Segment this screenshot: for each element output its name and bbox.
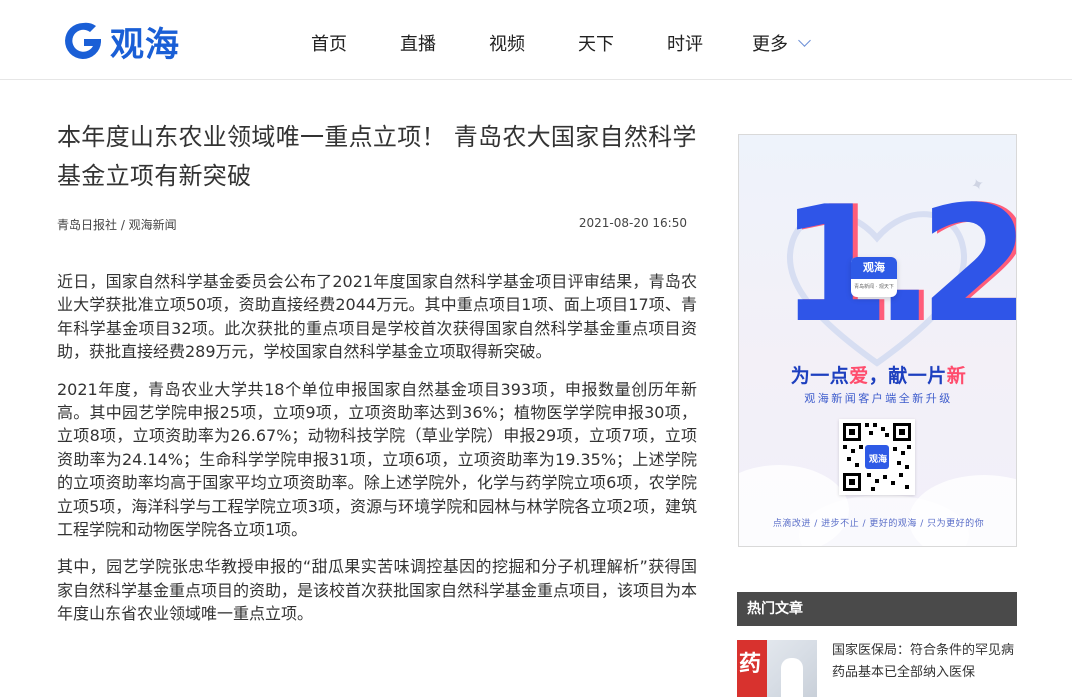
article-paragraph: 近日，国家自然科学基金委员会公布了2021年度国家自然科学基金项目评审结果，青岛… [57,272,697,362]
ad-subline: 观海新闻客户端全新升级 [804,392,953,405]
article-paragraph: 2021年度，青岛农业大学共18个单位申报国家自然基金项目393项，申报数量创历… [57,379,697,540]
nav-world[interactable]: 天下 [578,33,614,57]
main-nav: 首页 直播 视频 天下 时评 更多 [0,0,1072,80]
hot-article-thumbnail: 药 [737,640,817,697]
article-source: 青岛日报社 / 观海新闻 [57,218,177,232]
app-badge-sub: 青岛新闻 · 观天下 [854,284,894,290]
slogan-part: ，献一片 [868,365,947,387]
article-time: 2021-08-20 16:50 [578,216,687,230]
qr-code: 观海 [839,419,915,495]
sidebar-ad-banner[interactable]: ✦ 1.2 观海 青岛新闻 · 观天下 为一点爱，献一片新 观海新闻客户端全新升… [738,134,1017,547]
hot-article-title: 国家医保局：符合条件的罕见病药品基本已全部纳入医保 [832,643,1015,680]
article: 本年度山东农业领域唯一重点立项！ 青岛农大国家自然科学基金立项有新突破 青岛日报… [57,118,697,623]
hot-article-item[interactable]: 药 国家医保局：符合条件的罕见病药品基本已全部纳入医保 [737,640,1017,697]
hot-articles-header: 热门文章 [737,592,1017,626]
nav-commentary[interactable]: 时评 [667,33,703,57]
qr-center-label: 观海 [868,455,887,465]
ad-slogan: 为一点爱，献一片新 [739,361,1016,388]
nav-more[interactable]: 更多 [752,33,811,57]
article-body: 近日，国家自然科学基金委员会公布了2021年度国家自然科学基金项目评审结果，青岛… [57,270,697,640]
site-header: 观海 首页 直播 视频 天下 时评 更多 [0,0,1072,80]
app-badge-label: 观海 [851,257,897,279]
nav-live[interactable]: 直播 [400,33,436,57]
chevron-down-icon [798,34,811,47]
ad-footline: 点滴改进 / 进步不止 / 更好的观海 / 只为更好的你 [772,519,985,529]
slogan-highlight: 新 [946,365,967,387]
nav-more-label: 更多 [752,34,788,55]
nav-video[interactable]: 视频 [489,33,525,57]
thumbnail-figure [781,658,803,697]
slogan-part: 为一点 [790,365,850,387]
article-title: 本年度山东农业领域唯一重点立项！ 青岛农大国家自然科学基金立项有新突破 [57,123,697,190]
app-badge: 观海 青岛新闻 · 观天下 [851,257,897,297]
thumbnail-char: 药 [739,652,762,677]
article-meta: 青岛日报社 / 观海新闻 2021-08-20 16:50 [57,216,687,232]
article-paragraph: 其中，园艺学院张忠华教授申报的“甜瓜果实苦味调控基因的挖掘和分子机理解析”获得国… [57,557,698,624]
hot-articles-title: 热门文章 [747,601,803,617]
nav-home[interactable]: 首页 [311,33,347,57]
slogan-highlight: 爱 [849,365,869,387]
